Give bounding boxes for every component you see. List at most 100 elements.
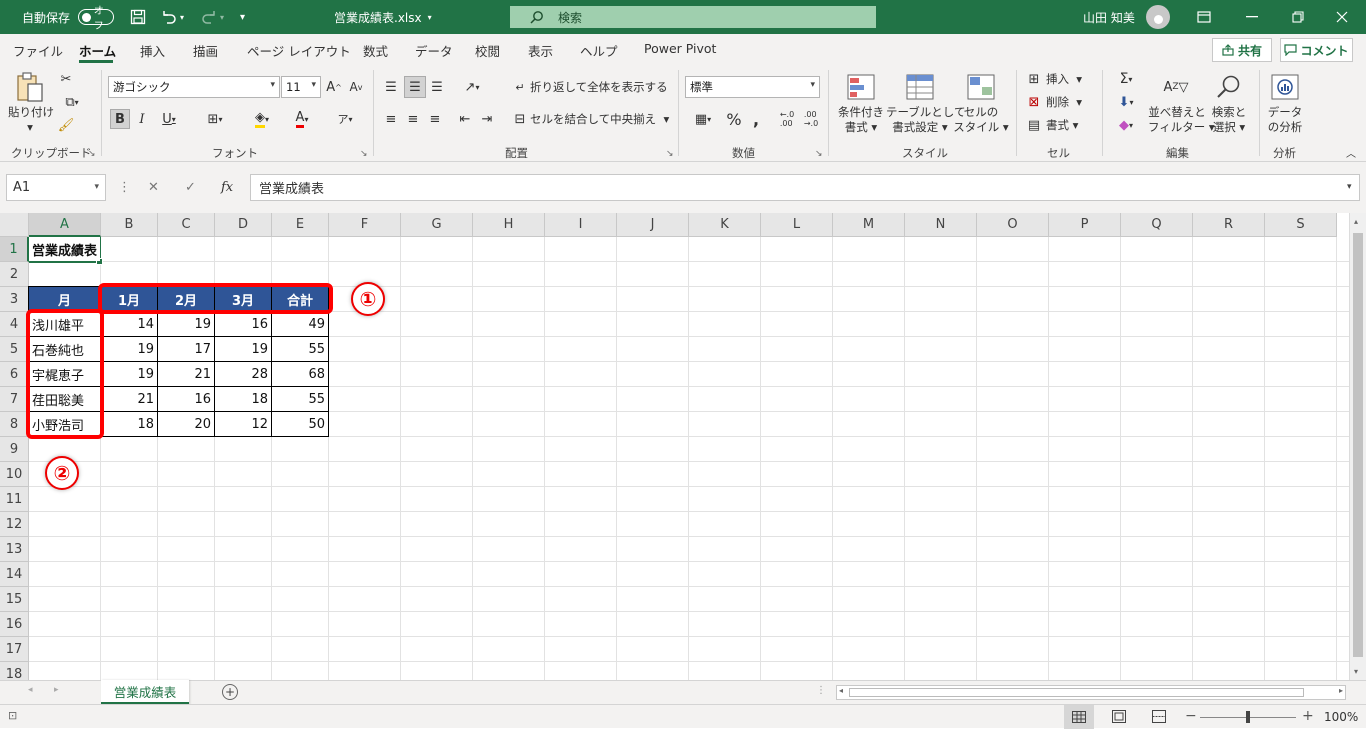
- next-sheet-icon[interactable]: ▸: [54, 685, 59, 695]
- wrap-text-icon[interactable]: ↵: [512, 77, 528, 97]
- wrap-text-button[interactable]: 折り返して全体を表示する: [530, 80, 668, 95]
- align-left-icon[interactable]: ≡: [382, 109, 400, 129]
- scroll-right-icon[interactable]: ▸: [1339, 686, 1343, 695]
- sort-filter-icon[interactable]: A Z ▽: [1160, 72, 1192, 102]
- avatar[interactable]: [1146, 0, 1170, 34]
- row-header-1[interactable]: 1: [0, 237, 29, 262]
- delete-cells-icon[interactable]: ⊠: [1026, 93, 1042, 111]
- name-box[interactable]: A1 ▾: [6, 174, 106, 201]
- sales-value-cell[interactable]: 19: [158, 312, 214, 336]
- tab-split-handle-icon[interactable]: ⋮: [816, 685, 826, 696]
- sales-value-cell[interactable]: 21: [158, 362, 214, 386]
- cell-styles-icon[interactable]: [966, 72, 996, 102]
- align-center-icon[interactable]: ≡: [404, 109, 422, 129]
- autosum-icon[interactable]: Σ ▾: [1110, 70, 1142, 88]
- save-icon[interactable]: [130, 0, 146, 34]
- format-as-table-icon[interactable]: [905, 72, 935, 102]
- table-header-cell[interactable]: 月: [29, 287, 100, 311]
- sales-value-cell[interactable]: 16: [215, 312, 271, 336]
- row-header-3[interactable]: 3: [0, 287, 29, 312]
- column-header-p[interactable]: P: [1049, 213, 1121, 237]
- column-header-j[interactable]: J: [617, 213, 689, 237]
- number-format-select[interactable]: 標準 ▾: [685, 76, 820, 98]
- horizontal-scroll-thumb[interactable]: [849, 688, 1304, 697]
- page-break-view-icon[interactable]: [1152, 710, 1166, 726]
- conditional-formatting-button[interactable]: 条件付き 書式 ▾: [836, 105, 886, 135]
- column-header-q[interactable]: Q: [1121, 213, 1193, 237]
- insert-cells-button[interactable]: 挿入 ▾: [1046, 72, 1082, 87]
- analyze-data-button[interactable]: データ の分析: [1264, 105, 1306, 135]
- tab-data[interactable]: データ: [415, 41, 453, 60]
- analyze-data-icon[interactable]: [1270, 72, 1300, 102]
- find-select-icon[interactable]: [1214, 72, 1244, 102]
- cell-styles-button[interactable]: セルの スタイル ▾: [953, 105, 1009, 135]
- sales-value-cell[interactable]: 19: [101, 337, 157, 361]
- font-size-select[interactable]: 11 ▾: [281, 76, 321, 98]
- add-sheet-icon[interactable]: +: [222, 684, 238, 700]
- redo-icon[interactable]: ▾: [200, 0, 224, 34]
- row-header-18[interactable]: 18: [0, 662, 29, 680]
- tab-power-pivot[interactable]: Power Pivot: [644, 41, 716, 56]
- row-header-12[interactable]: 12: [0, 512, 29, 537]
- align-bottom-icon[interactable]: ☰: [428, 77, 446, 97]
- horizontal-scrollbar[interactable]: ◂ ▸: [836, 685, 1346, 700]
- column-header-r[interactable]: R: [1193, 213, 1265, 237]
- conditional-formatting-icon[interactable]: [846, 72, 876, 102]
- undo-dropdown-icon[interactable]: ▾: [180, 13, 184, 22]
- vertical-scrollbar[interactable]: ▴ ▾: [1349, 213, 1366, 680]
- sales-value-cell[interactable]: 68: [272, 362, 328, 386]
- sales-value-cell[interactable]: 50: [272, 412, 328, 436]
- number-launcher-icon[interactable]: ↘: [815, 149, 823, 159]
- sales-value-cell[interactable]: 19: [215, 337, 271, 361]
- close-icon[interactable]: [1336, 0, 1348, 34]
- share-button[interactable]: 共有: [1212, 38, 1272, 62]
- sort-filter-button[interactable]: 並べ替えと フィルター ▾: [1148, 105, 1215, 135]
- tab-draw[interactable]: 描画: [193, 41, 218, 60]
- increase-decimal-icon[interactable]: ←.0.00: [776, 109, 798, 129]
- row-header-16[interactable]: 16: [0, 612, 29, 637]
- restore-icon[interactable]: [1292, 0, 1304, 34]
- tab-home[interactable]: ホーム: [79, 41, 116, 60]
- align-middle-icon[interactable]: ☰: [404, 76, 426, 98]
- fill-color-icon[interactable]: ◈ ▾: [244, 109, 280, 129]
- column-header-o[interactable]: O: [977, 213, 1049, 237]
- row-header-7[interactable]: 7: [0, 387, 29, 412]
- copy-icon[interactable]: ⧉ ▾: [58, 94, 86, 110]
- sales-value-cell[interactable]: 19: [101, 362, 157, 386]
- paste-button[interactable]: 貼り付け ▾: [8, 105, 54, 135]
- file-name[interactable]: 営業成績表.xlsx ▾: [334, 0, 432, 34]
- format-cells-icon[interactable]: ▤: [1026, 116, 1042, 134]
- column-header-m[interactable]: M: [833, 213, 905, 237]
- merge-center-button[interactable]: セルを結合して中央揃え ▾: [530, 112, 669, 127]
- comma-icon[interactable]: ,: [748, 109, 764, 129]
- prev-sheet-icon[interactable]: ◂: [28, 685, 33, 695]
- column-header-i[interactable]: I: [545, 213, 617, 237]
- user-name[interactable]: 山田 知美: [1083, 0, 1135, 34]
- insert-function-icon[interactable]: fx: [221, 180, 233, 195]
- delete-cells-button[interactable]: 削除 ▾: [1046, 95, 1082, 110]
- macro-record-icon[interactable]: ⊡: [8, 709, 17, 722]
- clipboard-launcher-icon[interactable]: ↘: [88, 149, 96, 159]
- column-header-c[interactable]: C: [158, 213, 215, 237]
- sales-value-cell[interactable]: 55: [272, 337, 328, 361]
- row-header-4[interactable]: 4: [0, 312, 29, 337]
- expand-formula-icon[interactable]: ▾: [1347, 182, 1352, 192]
- tab-page-layout[interactable]: ページ レイアウト: [247, 41, 351, 60]
- sales-value-cell[interactable]: 14: [101, 312, 157, 336]
- sales-value-cell[interactable]: 18: [215, 387, 271, 411]
- sales-value-cell[interactable]: 20: [158, 412, 214, 436]
- column-header-l[interactable]: L: [761, 213, 833, 237]
- undo-icon[interactable]: ▾: [160, 0, 184, 34]
- border-icon[interactable]: ⊞ ▾: [198, 109, 232, 129]
- row-header-8[interactable]: 8: [0, 412, 29, 437]
- font-launcher-icon[interactable]: ↘: [360, 149, 368, 159]
- formula-bar-handle-icon[interactable]: ⋮: [118, 180, 131, 195]
- select-all-corner[interactable]: [0, 213, 29, 237]
- decrease-indent-icon[interactable]: ⇤: [456, 109, 474, 129]
- column-header-s[interactable]: S: [1265, 213, 1337, 237]
- cut-icon[interactable]: ✂: [58, 71, 74, 87]
- font-name-select[interactable]: 游ゴシック ▾: [108, 76, 280, 98]
- row-header-13[interactable]: 13: [0, 537, 29, 562]
- row-header-14[interactable]: 14: [0, 562, 29, 587]
- column-header-n[interactable]: N: [905, 213, 977, 237]
